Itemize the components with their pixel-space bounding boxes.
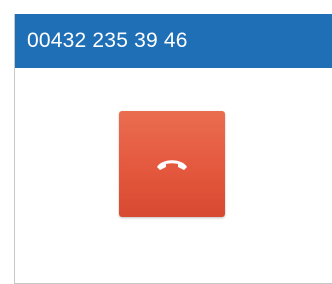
phone-hangup-icon <box>157 160 187 170</box>
phone-number: 00432 235 39 46 <box>27 29 188 52</box>
call-panel: 00432 235 39 46 <box>14 14 332 284</box>
call-header: 00432 235 39 46 <box>15 14 332 68</box>
hang-up-button[interactable] <box>119 111 225 217</box>
